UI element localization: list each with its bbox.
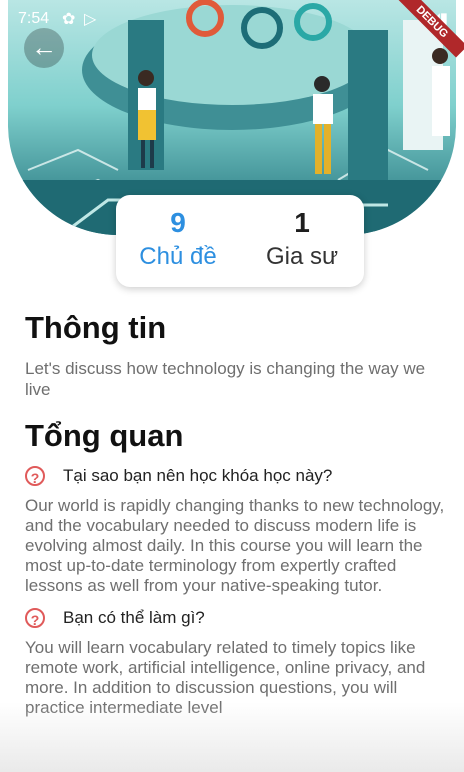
- topics-label: Chủ đề: [139, 243, 217, 270]
- status-time: 7:54: [18, 10, 50, 27]
- course-details: Thông tin Let's discuss how technology i…: [25, 310, 445, 728]
- tutors-label: Gia sư: [265, 243, 339, 270]
- question-text: Bạn có thể làm gì?: [63, 608, 205, 627]
- answer-text: You will learn vocabulary related to tim…: [25, 638, 426, 717]
- arrow-left-icon: ←: [31, 32, 57, 62]
- info-heading: Thông tin: [25, 310, 167, 345]
- question-why-take-course: ? Tại sao bạn nên học khóa học này?: [25, 466, 445, 486]
- tutors-stat[interactable]: 1 Gia sư: [240, 195, 364, 287]
- question-what-can-you-do: ? Bạn có thể làm gì?: [25, 608, 445, 628]
- answer-text: Our world is rapidly changing thanks to …: [25, 496, 445, 595]
- back-button[interactable]: ←: [24, 28, 64, 68]
- topics-stat[interactable]: 9 Chủ đề: [116, 195, 240, 287]
- question-circle-icon: ?: [25, 608, 45, 628]
- settings-icon: ✿: [62, 11, 76, 28]
- play-store-icon: ▷: [84, 11, 97, 28]
- topics-count: 9: [170, 207, 186, 238]
- info-text: Let's discuss how technology is changing…: [25, 359, 426, 399]
- question-circle-icon: ?: [25, 466, 45, 486]
- status-bar: 7:54 ✿ ▷ ▼◢▮: [0, 0, 464, 36]
- overview-heading: Tổng quan: [25, 418, 184, 453]
- question-text: Tại sao bạn nên học khóa học này?: [63, 466, 333, 485]
- tutors-count: 1: [294, 207, 310, 238]
- course-stats-card: 9 Chủ đề 1 Gia sư: [116, 195, 364, 287]
